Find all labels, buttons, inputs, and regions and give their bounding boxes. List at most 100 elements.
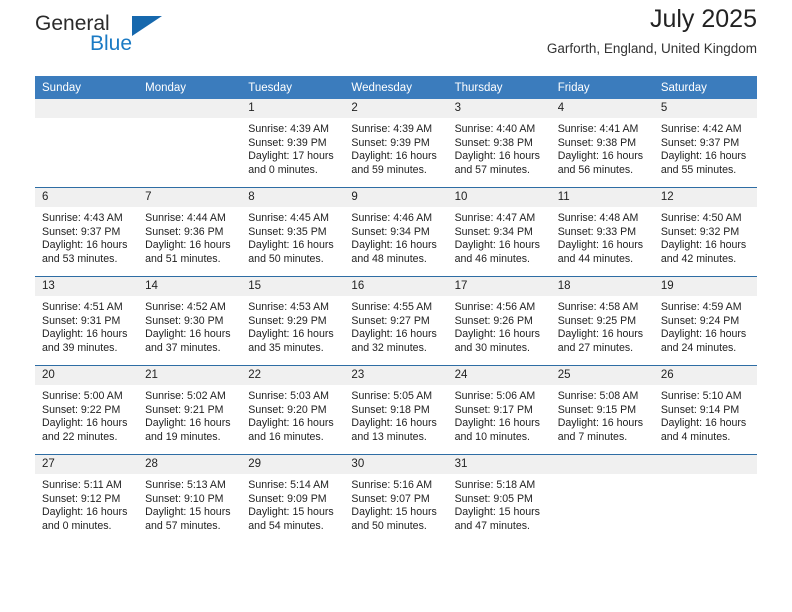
calendar-day-cell[interactable]: 7 Sunrise: 4:44 AM Sunset: 9:36 PM Daylight… <box>138 187 242 277</box>
calendar-day-cell[interactable]: 6 Sunrise: 4:43 AM Sunset: 9:37 PM Daylight… <box>35 187 139 277</box>
day-number: 2 <box>344 99 448 118</box>
day-sunset-text: Sunset: 9:39 PM <box>248 136 327 149</box>
calendar-day-cell-empty <box>138 99 242 188</box>
day-daylight2-text: and 4 minutes. <box>660 430 731 443</box>
day-daylight2-text: and 46 minutes. <box>454 252 530 265</box>
calendar-day-cell[interactable]: 27 Sunrise: 5:11 AM Sunset: 9:12 PM Dayligh… <box>35 454 139 543</box>
calendar-day-cell[interactable]: 25 Sunrise: 5:08 AM Sunset: 9:15 PM Dayligh… <box>550 365 654 455</box>
day-sunrise-text: Sunrise: 4:51 AM <box>42 301 123 313</box>
weekday-header-tuesday: Tuesday <box>241 76 345 99</box>
calendar-page: General Blue July 2025 Garforth, England… <box>0 0 792 612</box>
day-daylight1-text: Daylight: 16 hours <box>145 417 231 430</box>
general-blue-logo[interactable]: General Blue <box>35 12 265 64</box>
day-details: Sunrise: 5:18 AM Sunset: 9:05 PM Daylight:… <box>448 474 551 533</box>
day-details: Sunrise: 4:46 AM Sunset: 9:34 PM Daylight:… <box>344 207 447 266</box>
calendar-day-cell[interactable]: 23 Sunrise: 5:05 AM Sunset: 9:18 PM Dayligh… <box>344 365 448 455</box>
day-details: Sunrise: 5:16 AM Sunset: 9:07 PM Daylight:… <box>344 474 447 533</box>
day-sunrise-text: Sunrise: 5:10 AM <box>660 390 742 402</box>
page-header: General Blue July 2025 Garforth, England… <box>35 0 757 73</box>
calendar-day-cell[interactable]: 11 Sunrise: 4:48 AM Sunset: 9:33 PM Dayligh… <box>550 187 654 277</box>
day-number <box>550 455 654 474</box>
day-daylight2-text: and 30 minutes. <box>454 341 530 354</box>
calendar-day-cell[interactable]: 22 Sunrise: 5:03 AM Sunset: 9:20 PM Dayligh… <box>241 365 345 455</box>
day-sunrise-text: Sunrise: 5:08 AM <box>557 390 639 402</box>
day-sunset-text: Sunset: 9:34 PM <box>351 225 430 238</box>
day-daylight2-text: and 56 minutes. <box>557 163 634 176</box>
calendar-day-cell[interactable]: 2 Sunrise: 4:39 AM Sunset: 9:39 PM Daylight… <box>344 99 448 188</box>
day-details: Sunrise: 4:50 AM Sunset: 9:32 PM Daylight:… <box>654 207 757 266</box>
calendar-day-cell[interactable]: 16 Sunrise: 4:55 AM Sunset: 9:27 PM Dayligh… <box>344 276 448 366</box>
day-sunrise-text: Sunrise: 4:45 AM <box>248 212 329 224</box>
day-number: 7 <box>138 188 242 207</box>
calendar-header-row: Sunday Monday Tuesday Wednesday Thursday… <box>35 76 757 99</box>
day-sunset-text: Sunset: 9:07 PM <box>351 492 430 505</box>
calendar-day-cell[interactable]: 31 Sunrise: 5:18 AM Sunset: 9:05 PM Dayligh… <box>447 454 551 543</box>
day-daylight1-text: Daylight: 16 hours <box>660 328 747 341</box>
calendar-day-cell[interactable]: 8 Sunrise: 4:45 AM Sunset: 9:35 PM Daylight… <box>241 187 345 277</box>
calendar-day-cell-empty <box>653 454 757 543</box>
day-sunrise-text: Sunrise: 5:00 AM <box>42 390 123 402</box>
day-daylight2-text: and 50 minutes. <box>351 519 427 532</box>
day-sunrise-text: Sunrise: 4:59 AM <box>660 301 742 313</box>
day-number: 25 <box>550 366 654 385</box>
day-details: Sunrise: 4:41 AM Sunset: 9:38 PM Daylight:… <box>551 118 654 177</box>
calendar-day-cell[interactable]: 9 Sunrise: 4:46 AM Sunset: 9:34 PM Daylight… <box>344 187 448 277</box>
day-sunrise-text: Sunrise: 4:44 AM <box>145 212 226 224</box>
day-sunrise-text: Sunrise: 4:48 AM <box>557 212 639 224</box>
day-sunrise-text: Sunrise: 5:18 AM <box>454 479 536 491</box>
calendar-week-row: 13 Sunrise: 4:51 AM Sunset: 9:31 PM Dayligh… <box>35 276 757 366</box>
day-sunset-text: Sunset: 9:15 PM <box>557 403 637 416</box>
day-sunset-text: Sunset: 9:38 PM <box>557 136 637 149</box>
calendar-day-cell[interactable]: 10 Sunrise: 4:47 AM Sunset: 9:34 PM Dayligh… <box>447 187 551 277</box>
calendar-day-cell[interactable]: 3 Sunrise: 4:40 AM Sunset: 9:38 PM Daylight… <box>447 99 551 188</box>
calendar-day-cell[interactable]: 13 Sunrise: 4:51 AM Sunset: 9:31 PM Dayligh… <box>35 276 139 366</box>
calendar-day-cell[interactable]: 19 Sunrise: 4:59 AM Sunset: 9:24 PM Dayligh… <box>653 276 757 366</box>
calendar-day-cell-empty <box>550 454 654 543</box>
calendar-day-cell[interactable]: 18 Sunrise: 4:58 AM Sunset: 9:25 PM Dayligh… <box>550 276 654 366</box>
day-number: 5 <box>653 99 757 118</box>
day-daylight1-text: Daylight: 16 hours <box>454 239 540 252</box>
calendar-day-cell[interactable]: 21 Sunrise: 5:02 AM Sunset: 9:21 PM Dayligh… <box>138 365 242 455</box>
sunrise-sunset-calendar: Sunday Monday Tuesday Wednesday Thursday… <box>35 76 757 543</box>
calendar-week-row: 27 Sunrise: 5:11 AM Sunset: 9:12 PM Dayligh… <box>35 454 757 543</box>
day-daylight2-text: and 37 minutes. <box>145 341 221 354</box>
day-daylight2-text: and 57 minutes. <box>454 163 530 176</box>
day-sunset-text: Sunset: 9:34 PM <box>454 225 533 238</box>
day-daylight1-text: Daylight: 16 hours <box>660 239 747 252</box>
day-daylight2-text: and 19 minutes. <box>145 430 221 443</box>
calendar-day-cell[interactable]: 28 Sunrise: 5:13 AM Sunset: 9:10 PM Dayligh… <box>138 454 242 543</box>
calendar-day-cell[interactable]: 4 Sunrise: 4:41 AM Sunset: 9:38 PM Daylight… <box>550 99 654 188</box>
day-sunrise-text: Sunrise: 4:46 AM <box>351 212 433 224</box>
calendar-day-cell[interactable]: 29 Sunrise: 5:14 AM Sunset: 9:09 PM Dayligh… <box>241 454 345 543</box>
day-sunset-text: Sunset: 9:30 PM <box>145 314 224 327</box>
day-details: Sunrise: 5:05 AM Sunset: 9:18 PM Daylight:… <box>344 385 447 444</box>
calendar-day-cell[interactable]: 30 Sunrise: 5:16 AM Sunset: 9:07 PM Dayligh… <box>344 454 448 543</box>
calendar-day-cell[interactable]: 15 Sunrise: 4:53 AM Sunset: 9:29 PM Dayligh… <box>241 276 345 366</box>
day-number: 16 <box>344 277 448 296</box>
day-daylight2-text: and 22 minutes. <box>42 430 118 443</box>
day-daylight2-text: and 50 minutes. <box>248 252 324 265</box>
calendar-day-cell[interactable]: 14 Sunrise: 4:52 AM Sunset: 9:30 PM Dayligh… <box>138 276 242 366</box>
day-number <box>138 99 242 118</box>
day-daylight1-text: Daylight: 16 hours <box>660 150 747 163</box>
calendar-week-row: 20 Sunrise: 5:00 AM Sunset: 9:22 PM Dayligh… <box>35 365 757 455</box>
calendar-day-cell[interactable]: 17 Sunrise: 4:56 AM Sunset: 9:26 PM Dayligh… <box>447 276 551 366</box>
day-number: 9 <box>344 188 448 207</box>
day-number: 29 <box>241 455 345 474</box>
day-daylight2-text: and 57 minutes. <box>145 519 221 532</box>
title-block: July 2025 Garforth, England, United King… <box>547 0 757 59</box>
day-sunrise-text: Sunrise: 5:03 AM <box>248 390 329 402</box>
day-sunrise-text: Sunrise: 4:43 AM <box>42 212 123 224</box>
day-details: Sunrise: 4:39 AM Sunset: 9:39 PM Daylight:… <box>344 118 447 177</box>
calendar-day-cell[interactable]: 24 Sunrise: 5:06 AM Sunset: 9:17 PM Dayligh… <box>447 365 551 455</box>
day-daylight1-text: Daylight: 16 hours <box>557 417 644 430</box>
calendar-day-cell[interactable]: 1 Sunrise: 4:39 AM Sunset: 9:39 PM Daylight… <box>241 99 345 188</box>
day-sunrise-text: Sunrise: 5:06 AM <box>454 390 536 402</box>
day-sunrise-text: Sunrise: 4:58 AM <box>557 301 639 313</box>
calendar-day-cell[interactable]: 12 Sunrise: 4:50 AM Sunset: 9:32 PM Dayligh… <box>653 187 757 277</box>
calendar-day-cell[interactable]: 20 Sunrise: 5:00 AM Sunset: 9:22 PM Dayligh… <box>35 365 139 455</box>
day-daylight2-text: and 0 minutes. <box>42 519 112 532</box>
day-number: 11 <box>550 188 654 207</box>
calendar-day-cell[interactable]: 26 Sunrise: 5:10 AM Sunset: 9:14 PM Dayligh… <box>653 365 757 455</box>
calendar-day-cell[interactable]: 5 Sunrise: 4:42 AM Sunset: 9:37 PM Daylight… <box>653 99 757 188</box>
